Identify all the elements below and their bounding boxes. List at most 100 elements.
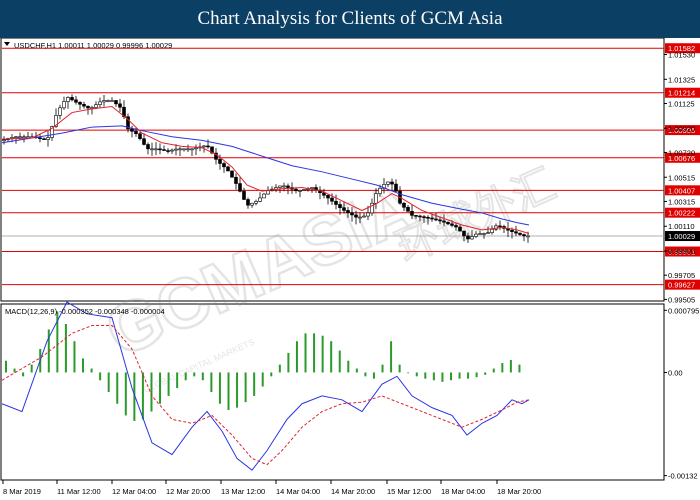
candle-body: [186, 148, 190, 151]
time-axis: 8 Mar 2019 11 Mar 12:00 12 Mar 04:00 12 Mar…: [2, 480, 541, 496]
macd-histogram-bar: [415, 372, 418, 377]
candle-body: [302, 189, 306, 191]
candle-body: [362, 215, 366, 218]
candle-body: [254, 201, 258, 204]
candle-body: [402, 202, 406, 208]
candle-body: [294, 188, 298, 192]
macd-histogram-bar: [458, 372, 461, 379]
candle-body: [514, 231, 518, 234]
price-tick-label: 1.00315: [668, 197, 695, 206]
candle-body: [250, 202, 254, 206]
macd-histogram-bar: [210, 372, 213, 392]
trading-chart[interactable]: GCMASIA 环球外汇 GLOBAL CAPITAL MARKETS 1.01…: [0, 38, 700, 500]
candle-body: [330, 197, 334, 202]
candle-body: [222, 163, 226, 168]
macd-histogram-bar: [449, 372, 452, 381]
candle-body: [374, 193, 378, 204]
price-tick-label: 1.01125: [668, 99, 695, 108]
macd-histogram-bar: [90, 368, 93, 373]
candle-body: [62, 101, 66, 109]
macd-histogram-bar: [141, 372, 144, 420]
time-tick-label: 11 Mar 12:00: [57, 487, 101, 496]
candle-body: [86, 105, 90, 109]
candle-body: [410, 211, 414, 216]
candle-body: [286, 185, 290, 188]
macd-histogram-bar: [193, 372, 196, 377]
level-label: 1.01214: [668, 89, 695, 98]
candle-body: [278, 185, 282, 188]
macd-histogram-bar: [64, 323, 67, 373]
candle-body: [430, 217, 434, 220]
macd-histogram-bar: [201, 372, 204, 381]
macd-tick-label: 0.00: [668, 368, 683, 377]
candle-body: [434, 218, 438, 221]
price-tick-label: 1.01325: [668, 75, 695, 84]
macd-histogram-bar: [278, 364, 281, 373]
level-label: 1.00407: [668, 186, 695, 195]
candle-body: [282, 185, 286, 188]
macd-histogram-bar: [338, 350, 341, 373]
candle-body: [114, 100, 118, 105]
candle-body: [154, 148, 158, 151]
price-tick-label: 1.00515: [668, 173, 695, 182]
time-tick-label: 14 Mar 20:00: [331, 487, 375, 496]
candle-body: [518, 232, 522, 235]
candle-body: [426, 216, 430, 219]
candle-body: [2, 139, 6, 142]
candle-body: [350, 212, 354, 216]
candle-body: [182, 148, 186, 151]
candle-body: [422, 216, 426, 218]
price-tick-label: 1.00920: [668, 124, 695, 133]
macd-histogram-bar: [509, 359, 512, 373]
macd-histogram-bar: [321, 335, 324, 373]
candle-body: [394, 183, 398, 192]
price-tick-label: 1.01530: [668, 51, 695, 60]
candle-body: [406, 206, 410, 212]
candle-body: [378, 187, 382, 194]
candle-body: [74, 99, 78, 103]
macd-tick-label: 0.000795: [668, 306, 699, 315]
macd-histogram-bar: [355, 368, 358, 373]
macd-histogram-bar: [347, 360, 350, 373]
macd-axis: 0.000795 0.00 -0.00132: [664, 306, 699, 481]
candle-body: [334, 200, 338, 205]
banner-title: Chart Analysis for Clients of GCM Asia: [0, 0, 700, 38]
macd-histogram-bar: [218, 372, 221, 404]
candle-body: [486, 232, 490, 234]
time-tick-label: 18 Mar 04:00: [441, 487, 485, 496]
macd-histogram-bar: [82, 358, 85, 373]
candle-body: [510, 229, 514, 232]
macd-histogram-bar: [5, 360, 7, 373]
candle-body: [454, 225, 458, 228]
macd-histogram-bar: [13, 368, 16, 373]
candle-body: [66, 97, 70, 102]
candle-body: [474, 233, 478, 237]
candle-body: [446, 221, 450, 225]
macd-histogram-bar: [364, 372, 367, 377]
macd-histogram-bar: [176, 372, 179, 389]
candle-body: [230, 170, 234, 178]
price-tick-label: 1.00110: [668, 222, 695, 231]
candle-body: [110, 100, 114, 102]
price-tick-label: 0.99905: [668, 247, 695, 256]
candle-body: [170, 149, 174, 152]
candle-body: [310, 187, 314, 189]
macd-histogram-bar: [244, 372, 247, 403]
macd-histogram-bar: [236, 372, 239, 408]
candle-body: [478, 233, 482, 235]
candle-body: [418, 215, 422, 218]
candle-body: [366, 212, 370, 217]
macd-histogram-bar: [253, 372, 256, 396]
macd-histogram-bar: [124, 372, 127, 416]
price-tick-label: 0.99705: [668, 271, 695, 280]
candle-body: [522, 234, 526, 237]
macd-histogram-bar: [484, 372, 487, 375]
candle-body: [178, 148, 182, 151]
macd-histogram-bar: [287, 352, 290, 373]
macd-histogram-bar: [167, 372, 170, 396]
candle-body: [94, 104, 98, 108]
macd-histogram-bar: [501, 363, 504, 373]
macd-histogram-bar: [398, 364, 401, 373]
candle-body: [118, 103, 122, 108]
candle-body: [466, 235, 470, 240]
